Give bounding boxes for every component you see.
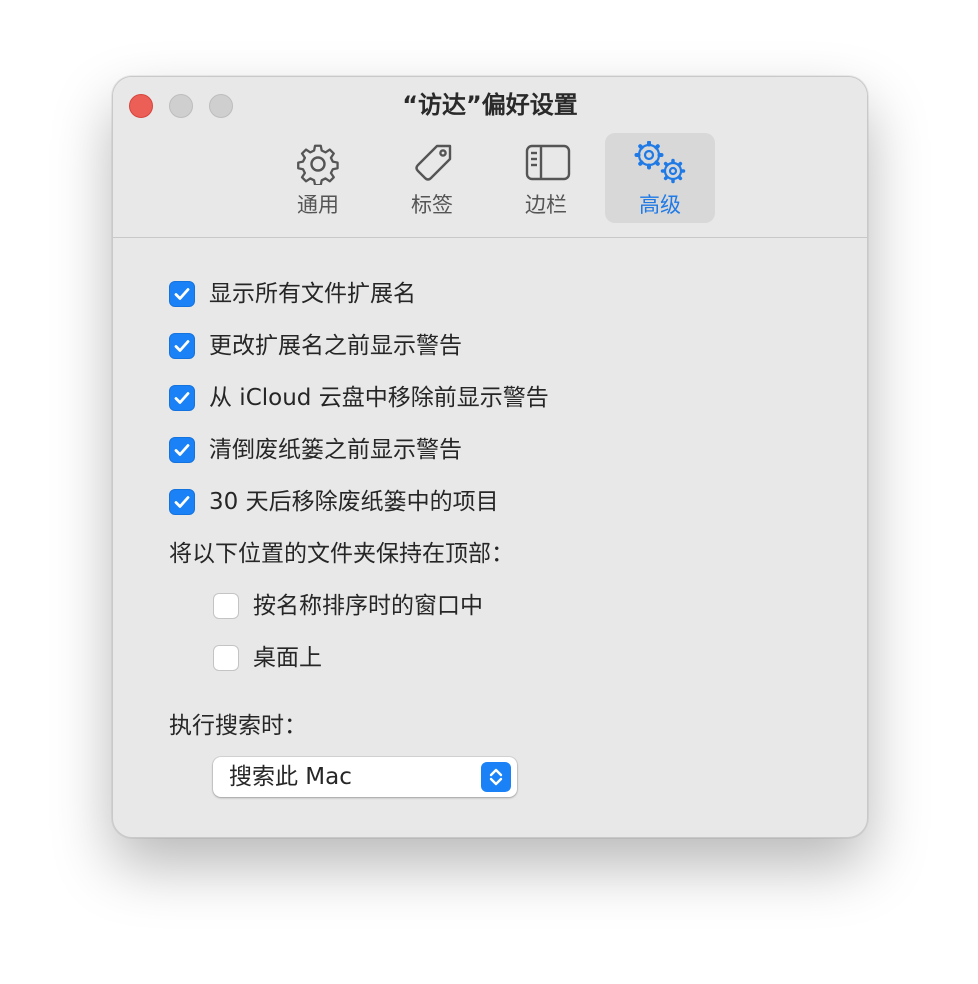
gear-icon bbox=[297, 144, 339, 185]
tab-advanced[interactable]: 高级 bbox=[605, 133, 715, 223]
toolbar: “访达”偏好设置 通用 标签 边栏 高级 bbox=[113, 77, 867, 238]
window-title: “访达”偏好设置 bbox=[402, 91, 578, 119]
chevron-up-down-icon bbox=[489, 768, 503, 786]
option-label: 清倒废纸篓之前显示警告 bbox=[209, 437, 462, 463]
search-scope-value: 搜索此 Mac bbox=[229, 764, 352, 790]
folders-top-desktop-checkbox[interactable] bbox=[213, 645, 239, 671]
sidebar-icon bbox=[525, 144, 571, 181]
gears-icon bbox=[634, 141, 686, 184]
checkmark-icon bbox=[174, 288, 190, 300]
popup-stepper[interactable] bbox=[481, 762, 511, 792]
search-scope-select[interactable]: 搜索此 Mac bbox=[213, 757, 517, 797]
checkmark-icon bbox=[174, 340, 190, 352]
warn-empty-trash-checkbox[interactable] bbox=[169, 437, 195, 463]
finder-preferences-window: “访达”偏好设置 通用 标签 边栏 高级 显示所有文件扩展名 更改扩展名之前显示… bbox=[112, 76, 868, 838]
checkmark-icon bbox=[174, 496, 190, 508]
option-label: 桌面上 bbox=[253, 645, 322, 671]
tag-icon bbox=[415, 144, 452, 181]
checkmark-icon bbox=[174, 444, 190, 456]
folders-top-windows-checkbox[interactable] bbox=[213, 593, 239, 619]
search-scope-heading: 执行搜索时： bbox=[169, 713, 307, 739]
auto-remove-trash-checkbox[interactable] bbox=[169, 489, 195, 515]
tab-sidebar[interactable]: 边栏 bbox=[491, 133, 601, 223]
folders-on-top-heading: 将以下位置的文件夹保持在顶部： bbox=[169, 541, 514, 567]
tab-general-label: 通用 bbox=[297, 193, 339, 217]
tab-general[interactable]: 通用 bbox=[263, 133, 373, 223]
show-extensions-checkbox[interactable] bbox=[169, 281, 195, 307]
tab-tags-label: 标签 bbox=[411, 193, 453, 217]
warn-extension-change-checkbox[interactable] bbox=[169, 333, 195, 359]
option-label: 更改扩展名之前显示警告 bbox=[209, 333, 462, 359]
option-label: 按名称排序时的窗口中 bbox=[253, 593, 483, 619]
checkmark-icon bbox=[174, 392, 190, 404]
option-label: 30 天后移除废纸篓中的项目 bbox=[209, 489, 499, 515]
option-label: 显示所有文件扩展名 bbox=[209, 281, 416, 307]
tab-sidebar-label: 边栏 bbox=[525, 193, 567, 217]
warn-icloud-remove-checkbox[interactable] bbox=[169, 385, 195, 411]
tab-tags[interactable]: 标签 bbox=[377, 133, 487, 223]
option-label: 从 iCloud 云盘中移除前显示警告 bbox=[209, 385, 549, 411]
tab-advanced-label: 高级 bbox=[639, 193, 681, 217]
